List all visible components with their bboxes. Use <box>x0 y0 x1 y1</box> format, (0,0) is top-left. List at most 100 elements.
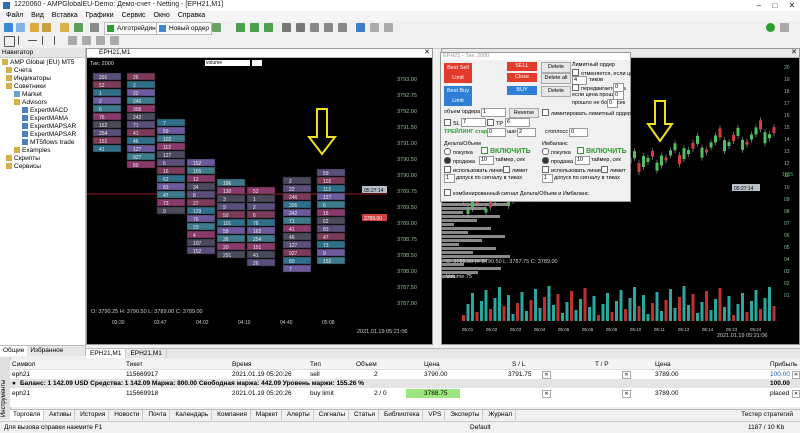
grid-icon[interactable] <box>310 23 319 32</box>
tab-vps[interactable]: VPS <box>425 410 446 420</box>
tester-icon[interactable] <box>90 23 99 32</box>
nav-item-expert-macd[interactable]: ExpertMACD <box>22 107 68 115</box>
tab-journal[interactable]: Журнал <box>485 410 517 420</box>
delete-order-icon[interactable]: ✕ <box>792 390 800 398</box>
imbalance-sell-radio[interactable]: продажа <box>542 157 573 166</box>
vertical-line-icon[interactable] <box>42 36 43 45</box>
col-symbol[interactable]: Символ <box>12 360 35 369</box>
col-profit[interactable]: Прибыль <box>770 360 798 369</box>
tab-articles[interactable]: Статьи <box>351 410 380 420</box>
trailing-start-input[interactable]: 0 <box>487 128 506 137</box>
table-row[interactable]: eph21 115669918 2021.01.19 05:20:26 buy … <box>10 389 800 398</box>
new-chart-icon[interactable] <box>4 23 13 32</box>
nav-item-expert-mapsar-1[interactable]: ExpertMAPSAR <box>22 123 76 131</box>
nav-item-services[interactable]: Сервисы <box>6 163 41 171</box>
tab-favorites[interactable]: Избранное <box>27 346 66 356</box>
imbalance-on-toggle[interactable]: ВКЛЮЧИТЬ <box>577 147 627 155</box>
sl-checkbox[interactable]: SL <box>444 119 460 128</box>
delta-sell-radio[interactable]: продажа <box>444 157 475 166</box>
imbalance-buy-radio[interactable]: покупка <box>542 148 571 157</box>
tp-input[interactable]: 6 <box>505 118 530 127</box>
menu-window[interactable]: Окно <box>154 11 170 21</box>
reverse-button[interactable]: Reverse <box>509 108 539 118</box>
imbalance-limit-checkbox[interactable]: лимит <box>601 166 626 175</box>
col-sl[interactable]: S / L <box>512 360 525 369</box>
data-window-icon[interactable] <box>42 23 51 32</box>
col-time[interactable]: Время <box>232 360 252 369</box>
col-price[interactable]: Цена <box>424 360 440 369</box>
zoom-out-icon[interactable] <box>296 23 305 32</box>
fibo-icon[interactable] <box>82 36 91 45</box>
nav-item-mt5flows[interactable]: MT5flows trade <box>22 139 74 147</box>
nav-item-market[interactable]: Market <box>14 91 42 99</box>
tp-close-icon[interactable]: ✕ <box>622 390 631 398</box>
chart-shift-icon[interactable] <box>338 23 347 32</box>
navigator-icon[interactable] <box>60 23 69 32</box>
periods-icon[interactable] <box>370 23 379 32</box>
tp-checkbox[interactable]: TP <box>487 119 503 128</box>
col-ticket[interactable]: Тикет <box>126 360 143 369</box>
new-order-button[interactable]: Новый ордер <box>156 22 212 35</box>
menu-file[interactable]: Файл <box>6 11 23 21</box>
menu-help[interactable]: Справка <box>178 11 205 21</box>
tab-signals[interactable]: Сигналы <box>316 410 350 420</box>
delta-tick-input[interactable]: 1 <box>444 174 455 183</box>
tab-history[interactable]: История <box>77 410 110 420</box>
nav-item-experts[interactable]: Советники <box>6 83 46 91</box>
sell-button[interactable]: SELL <box>507 62 537 71</box>
col-cur-price[interactable]: Цена <box>655 360 671 369</box>
autoscroll-icon[interactable] <box>324 23 333 32</box>
nav-item-accounts[interactable]: Счета <box>6 67 32 75</box>
chart-tab-2[interactable]: EPH21,M1 <box>126 349 167 358</box>
imbalance-tick-input[interactable]: 1 <box>542 174 553 183</box>
trendline-icon[interactable] <box>54 36 64 45</box>
sl-close-icon[interactable]: ✕ <box>542 390 551 398</box>
col-tp[interactable]: T / P <box>595 360 609 369</box>
depth-icon[interactable] <box>212 23 221 32</box>
sl-close-icon[interactable]: ✕ <box>542 371 551 379</box>
tab-assets[interactable]: Активы <box>46 410 76 420</box>
delete-buy-button[interactable]: Delete <box>541 86 571 97</box>
nav-item-indicators[interactable]: Индикаторы <box>6 75 51 83</box>
close-position-button[interactable]: Close <box>507 73 537 82</box>
tab-news[interactable]: Новости <box>111 410 144 420</box>
buy-button[interactable]: BUY <box>507 86 537 95</box>
cursor-icon[interactable] <box>4 36 15 47</box>
tab-common[interactable]: Общие <box>0 346 28 356</box>
delete-button[interactable]: Delete <box>541 62 571 73</box>
line-chart-icon[interactable] <box>264 23 273 32</box>
close-button[interactable]: ✕ <box>785 0 799 11</box>
limit-opt5[interactable]: лимитировать лимитный ордером <box>542 109 638 118</box>
candle-chart-icon[interactable] <box>250 23 259 32</box>
tab-alerts[interactable]: Алерты <box>284 410 314 420</box>
nav-item-account-root[interactable]: AMP Global (EU) MT5 <box>2 59 75 67</box>
chart-window-left[interactable]: EPH21,M1 ✕ Тик: 2000 volume 3793.00 3792.7… <box>86 48 433 345</box>
delta-buy-radio[interactable]: покупка <box>444 148 473 157</box>
tab-trade[interactable]: Торговля <box>10 410 45 420</box>
delta-on-toggle[interactable]: ВКЛЮЧИТЬ <box>481 147 531 155</box>
profiles-icon[interactable] <box>16 23 25 32</box>
trailing-step-input[interactable]: 2 <box>517 128 536 137</box>
chart-tab-1[interactable]: EPH21,M1 <box>86 349 127 358</box>
tab-calendar[interactable]: Календарь <box>172 410 213 420</box>
delete-all-button[interactable]: Delete all <box>541 73 571 84</box>
algo-trading-button[interactable]: Алготрейдинг <box>104 22 162 35</box>
tab-market[interactable]: Маркет <box>253 410 282 420</box>
text-icon[interactable] <box>96 36 105 45</box>
tab-company[interactable]: Компания <box>214 410 251 420</box>
col-type[interactable]: Тип <box>310 360 321 369</box>
market-watch-icon[interactable] <box>30 23 39 32</box>
tab-library[interactable]: Библиотека <box>381 410 424 420</box>
nav-item-examples[interactable]: Examples <box>14 147 51 155</box>
close-position-icon[interactable]: ✕ <box>792 371 800 379</box>
close-icon[interactable]: ✕ <box>424 49 430 57</box>
sl-input[interactable]: 7 <box>461 118 486 127</box>
toolbox-icon[interactable] <box>74 23 83 32</box>
nav-item-advisors[interactable]: Advisors <box>14 99 47 107</box>
maximize-button[interactable]: □ <box>768 0 782 11</box>
delta-limit-checkbox[interactable]: лимит <box>503 166 528 175</box>
indicators-icon[interactable] <box>356 23 365 32</box>
nav-item-expert-mama[interactable]: ExpertMAMA <box>22 115 68 123</box>
tester-button[interactable]: Тестер стратегий <box>738 410 796 420</box>
nav-item-expert-mapsar-2[interactable]: ExpertMAPSAR <box>22 131 76 139</box>
